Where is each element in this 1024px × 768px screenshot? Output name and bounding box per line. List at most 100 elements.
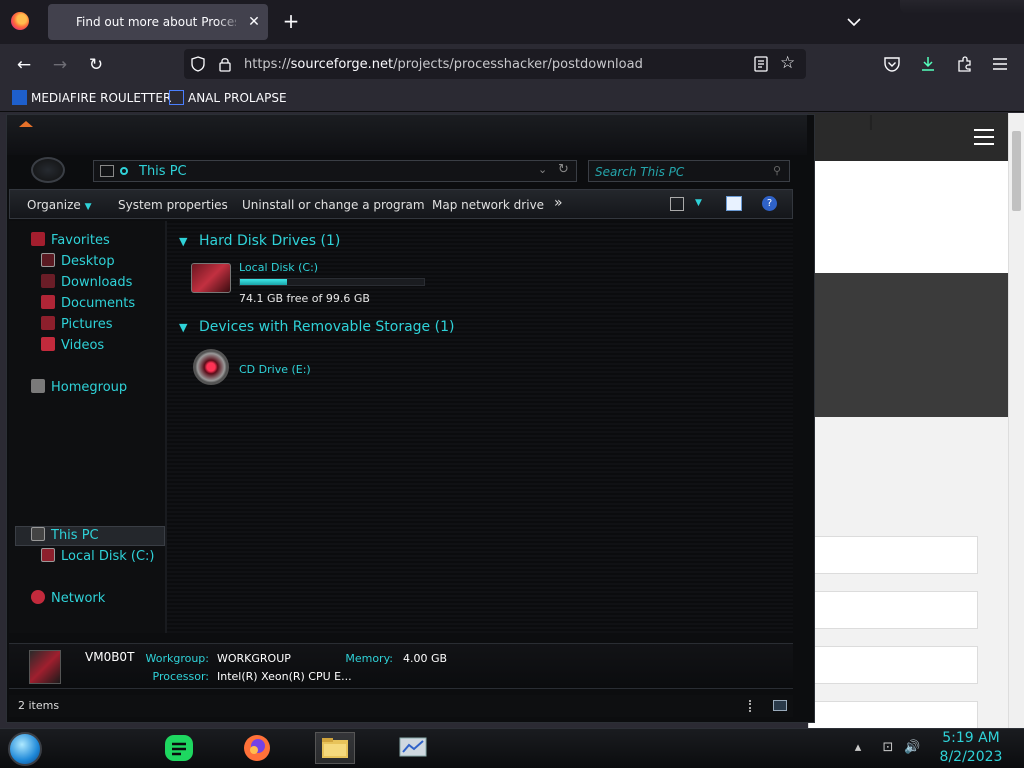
site-form-field[interactable] (808, 536, 978, 574)
system-properties-button[interactable]: System properties (118, 198, 228, 212)
new-tab-button[interactable]: + (280, 10, 302, 32)
search-box[interactable]: Search This PC ⚲ (588, 160, 790, 182)
hard-disk-drive-icon[interactable] (191, 263, 231, 293)
bookmark-item[interactable]: ANAL PROLAPSE (169, 89, 287, 107)
notes-app-icon (165, 735, 193, 761)
site-form-field[interactable] (808, 646, 978, 684)
system-clock[interactable]: 5:19 AM 8/2/2023 (930, 729, 1012, 767)
clock-date: 8/2/2023 (939, 749, 1003, 765)
back-forward-orb-icon[interactable] (31, 157, 65, 183)
search-icon[interactable]: ⚲ (773, 164, 781, 177)
url-text[interactable]: https://sourceforge.net/projects/process… (244, 57, 643, 72)
back-arrow-icon[interactable]: ← (13, 54, 35, 76)
taskbar-firefox-app[interactable] (240, 732, 274, 764)
scrollbar-thumb[interactable] (1012, 131, 1021, 211)
tab-close-icon[interactable]: ✕ (244, 12, 264, 32)
memory-value: 4.00 GB (403, 652, 448, 665)
page-scrollbar[interactable] (1008, 113, 1024, 728)
site-menu-icon[interactable] (974, 129, 994, 145)
address-dropdown-icon[interactable]: ⌄ (538, 163, 547, 176)
nav-label: Local Disk (C:) (61, 549, 155, 564)
nav-this-pc[interactable]: This PC (31, 526, 99, 546)
nav-network[interactable]: Network (31, 589, 105, 609)
cd-drive-icon[interactable] (193, 349, 229, 385)
padlock-icon[interactable] (218, 56, 232, 72)
nav-local-disk[interactable]: Local Disk (C:) (41, 547, 154, 567)
show-hidden-icons-icon[interactable]: ▴ (850, 740, 866, 756)
url-scheme: https:// (244, 57, 291, 72)
mediafire-favicon-icon (12, 90, 27, 105)
tab-title: Find out more about Process Hacker (76, 15, 236, 29)
browser-tab[interactable]: Find out more about Process Hacker ✕ (48, 4, 268, 40)
firefox-logo-icon (11, 12, 29, 30)
tracking-shield-icon[interactable] (190, 56, 206, 72)
collapse-chevron-icon: ▼ (179, 235, 188, 248)
map-network-drive-button[interactable]: Map network drive (432, 198, 544, 212)
pocket-icon[interactable] (883, 56, 901, 72)
nav-desktop[interactable]: Desktop (41, 252, 115, 272)
help-icon[interactable]: ? (762, 196, 777, 211)
memory-label: Memory: (345, 652, 393, 665)
text-cursor-icon: I (868, 111, 874, 135)
group-label: Hard Disk Drives (1) (199, 233, 341, 249)
site-form-field[interactable] (808, 591, 978, 629)
navigation-pane: Favorites Desktop Downloads Documents Pi… (9, 221, 165, 633)
volume-icon[interactable]: 🔊 (904, 740, 920, 756)
bookmark-label: MEDIAFIRE ROULETTER (31, 91, 172, 105)
taskbar-explorer-app[interactable] (315, 732, 355, 764)
workgroup-label: Workgroup: (145, 652, 209, 665)
nav-homegroup[interactable]: Homegroup (31, 378, 127, 398)
address-bar[interactable]: This PC ⌄ ↻ (93, 160, 577, 182)
list-all-tabs-icon[interactable] (844, 12, 864, 32)
browser-tab-strip: Find out more about Process Hacker ✕ + (0, 0, 1024, 44)
downloads-icon[interactable] (919, 55, 937, 73)
group-label: Devices with Removable Storage (1) (199, 319, 455, 335)
reload-icon[interactable]: ↻ (85, 54, 107, 76)
details-view-icon[interactable] (749, 700, 753, 712)
url-bar[interactable]: https://sourceforge.net/projects/process… (184, 49, 806, 79)
computer-name: VM0B0T (85, 650, 135, 664)
extensions-icon[interactable] (956, 55, 974, 73)
view-options-chevron-icon[interactable]: ▼ (695, 198, 702, 208)
taskbar-system-app[interactable] (396, 732, 430, 764)
documents-folder-icon (41, 295, 55, 309)
nav-label: Favorites (51, 233, 110, 248)
refresh-icon[interactable]: ↻ (558, 162, 569, 177)
network-icon (31, 590, 45, 604)
change-view-icon[interactable] (670, 197, 684, 211)
network-tray-icon[interactable]: ⊡ (880, 740, 896, 756)
start-orb-icon[interactable] (8, 732, 42, 766)
drive-e-name[interactable]: CD Drive (E:) (239, 363, 311, 376)
nav-downloads[interactable]: Downloads (41, 273, 132, 293)
bookmark-star-icon[interactable]: ☆ (780, 53, 795, 73)
nav-videos[interactable]: Videos (41, 336, 104, 356)
bookmark-item[interactable]: MEDIAFIRE ROULETTER (12, 89, 171, 107)
reader-view-icon[interactable] (754, 56, 768, 72)
url-host: sourceforge.net (290, 57, 394, 72)
nav-pictures[interactable]: Pictures (41, 315, 112, 335)
group-hard-disk-drives[interactable]: ▼ Hard Disk Drives (1) (179, 233, 340, 249)
group-removable-storage[interactable]: ▼ Devices with Removable Storage (1) (179, 319, 454, 335)
forward-arrow-icon[interactable]: → (49, 54, 71, 76)
nav-documents[interactable]: Documents (41, 294, 135, 314)
taskbar: ▴ ⊡ 🔊 5:19 AM 8/2/2023 (0, 728, 1024, 768)
more-commands-button[interactable]: » (554, 195, 563, 211)
drive-c-free-space: 74.1 GB free of 99.6 GB (239, 292, 370, 305)
drive-c-name[interactable]: Local Disk (C:) (239, 261, 318, 274)
explorer-window: This PC ⌄ ↻ Search This PC ⚲ Organize ▼ … (6, 114, 815, 723)
preview-pane-icon[interactable] (726, 196, 742, 211)
app-icon (19, 121, 33, 127)
file-explorer-icon (322, 738, 348, 758)
menu-hamburger-icon[interactable] (992, 57, 1008, 71)
uninstall-program-button[interactable]: Uninstall or change a program (242, 198, 425, 212)
sigma-favicon-icon (169, 90, 184, 105)
large-icons-view-icon[interactable] (773, 700, 787, 711)
bookmark-label: ANAL PROLAPSE (188, 91, 287, 105)
processor-label: Processor: (152, 670, 210, 683)
organize-button[interactable]: Organize ▼ (27, 198, 92, 212)
clock-time: 5:19 AM (942, 730, 1000, 746)
explorer-title-bar[interactable] (7, 115, 807, 155)
nav-favorites[interactable]: Favorites (31, 231, 110, 251)
taskbar-notes-app[interactable] (162, 732, 196, 764)
bookmarks-toolbar: MEDIAFIRE ROULETTER ANAL PROLAPSE (0, 84, 1024, 112)
